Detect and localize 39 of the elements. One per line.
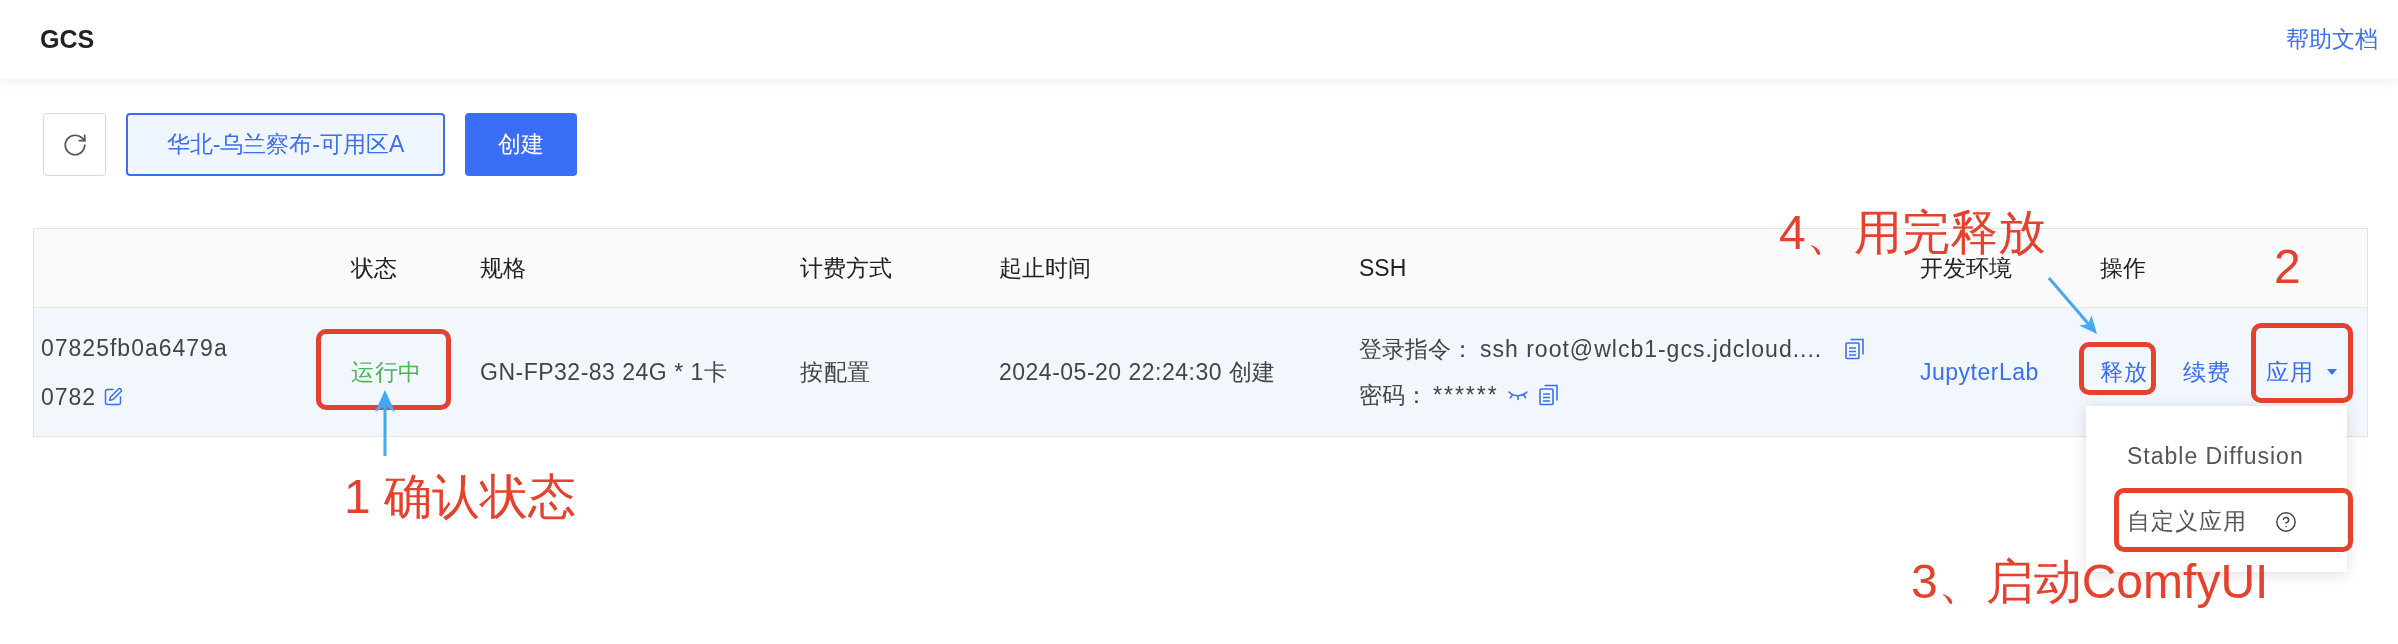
refresh-button[interactable] bbox=[43, 113, 106, 176]
help-icon[interactable] bbox=[2275, 510, 2297, 533]
time-text: 2024-05-20 22:24:30 创建 bbox=[999, 358, 1276, 385]
action-link[interactable]: 释放 bbox=[2100, 357, 2147, 387]
action-dropdown[interactable]: 应用 bbox=[2266, 357, 2337, 387]
billing-text: 按配置 bbox=[800, 358, 871, 385]
action-link[interactable]: 续费 bbox=[2183, 357, 2230, 387]
edit-icon[interactable] bbox=[103, 386, 124, 407]
spec-text: GN-FP32-83 24G * 1卡 bbox=[480, 358, 728, 385]
caret-icon bbox=[2327, 369, 2337, 375]
password-value: ****** bbox=[1433, 380, 1499, 410]
menu-item[interactable]: 自定义应用 bbox=[2086, 489, 2347, 554]
annotation-label: 2 bbox=[2274, 243, 2301, 291]
password-label: 密码： bbox=[1359, 380, 1428, 410]
annotation-label: 4、用完释放 bbox=[1779, 209, 2046, 257]
column-header: 操作 bbox=[2100, 254, 2146, 281]
copy-icon[interactable] bbox=[1844, 338, 1866, 360]
help-link[interactable]: 帮助文档 bbox=[2286, 22, 2378, 57]
region-selector[interactable]: 华北-乌兰察布-可用区A bbox=[126, 113, 445, 176]
column-header: SSH bbox=[1359, 254, 1407, 281]
instance-name: 0782 bbox=[41, 382, 97, 412]
column-header: 起止时间 bbox=[999, 254, 1091, 281]
create-button[interactable]: 创建 bbox=[465, 113, 577, 176]
instance-id: 07825fb0a6479a bbox=[41, 333, 229, 363]
column-header: 规格 bbox=[480, 254, 526, 281]
column-header: 开发环境 bbox=[1920, 254, 2012, 281]
login-command: ssh root@wlcb1-gcs.jdcloud.... bbox=[1480, 334, 1823, 364]
refresh-icon bbox=[61, 131, 88, 158]
login-command-label: 登录指令： bbox=[1359, 334, 1474, 364]
status-text: 运行中 bbox=[351, 359, 422, 385]
app-title: GCS bbox=[40, 23, 95, 55]
dev-env-link[interactable]: JupyterLab bbox=[1920, 358, 2039, 385]
column-header: 计费方式 bbox=[800, 254, 892, 281]
annotation-label: 1 确认状态 bbox=[344, 473, 577, 521]
annotation-label: 3、启动ComfyUI bbox=[1911, 558, 2269, 606]
menu-item[interactable]: Stable Diffusion bbox=[2086, 424, 2347, 489]
copy-icon[interactable] bbox=[1537, 384, 1559, 406]
closed-eye-icon[interactable] bbox=[1506, 389, 1529, 401]
column-header: 状态 bbox=[351, 254, 397, 281]
